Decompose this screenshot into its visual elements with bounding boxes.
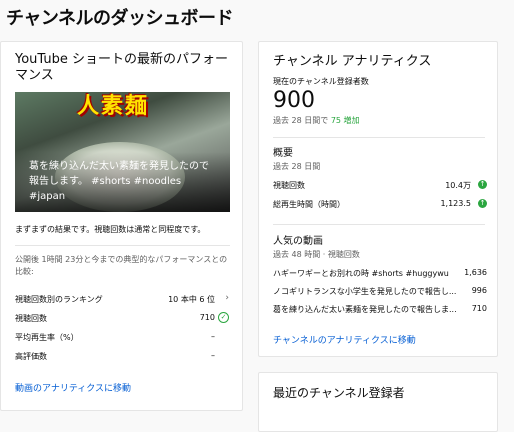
likes-row: 高評価数 – xyxy=(15,351,229,365)
channel-analytics-link[interactable]: チャンネルのアナリティクスに移動 xyxy=(273,333,416,346)
top-video-views: 1,636 xyxy=(464,268,487,277)
subs-change-value: 75 増加 xyxy=(330,116,360,125)
avg-view-rate-row: 平均再生率（%） – xyxy=(15,332,229,346)
page-title: チャンネルのダッシュボード xyxy=(6,8,233,29)
short-thumbnail[interactable]: 人素麺 葛を練り込んだ太い素麺を発見したので報告します。 #shorts #no… xyxy=(15,92,230,212)
subs-count: 900 xyxy=(273,88,315,113)
performance-summary: まずまずの結果です。視聴回数は通常と同程度です。 xyxy=(15,225,206,234)
arrow-up-icon: ↑ xyxy=(478,180,487,189)
summary-views-value: 10.4万 xyxy=(445,181,471,190)
divider xyxy=(15,245,230,246)
chevron-right-icon: › xyxy=(225,293,229,303)
views-row: 視聴回数 710 ✓ xyxy=(15,312,229,327)
ranking-label: 視聴回数別のランキング xyxy=(15,295,103,304)
thumbnail-caption: 葛を練り込んだ太い素麺を発見したので報告します。 #shorts #noodle… xyxy=(29,161,209,202)
divider xyxy=(273,224,485,225)
views-label: 視聴回数 xyxy=(15,314,47,323)
analytics-card-title: チャンネル アナリティクス xyxy=(273,54,432,69)
summary-watchtime-value: 1,123.5 xyxy=(440,199,471,208)
shorts-performance-card: YouTube ショートの最新のパフォーマンス 人素麺 葛を練り込んだ太い素麺を… xyxy=(0,41,243,411)
recent-subscribers-card: 最近のチャンネル登録者 xyxy=(258,372,498,432)
top-video-views: 996 xyxy=(471,286,487,295)
top-video-title: 葛を練り込んだ太い素麺を発見したので報告しま... xyxy=(273,305,457,314)
top-videos-period: 過去 48 時間 · 視聴回数 xyxy=(273,250,360,259)
summary-views-row: 視聴回数 10.4万 ↑ xyxy=(273,180,487,192)
check-circle-icon: ✓ xyxy=(218,312,229,323)
ranking-value: 10 本中 6 位 xyxy=(168,295,215,304)
video-analytics-link[interactable]: 動画のアナリティクスに移動 xyxy=(15,381,131,394)
summary-watchtime-row: 総再生時間（時間） 1,123.5 ↑ xyxy=(273,199,487,211)
top-videos-title: 人気の動画 xyxy=(273,236,323,247)
subs-label: 現在のチャンネル登録者数 xyxy=(273,77,369,86)
top-video-title: ハギーワギーとお別れの時 #shorts #huggywugg... xyxy=(273,269,449,278)
comparison-text: 公開後 1時間 23分と今までの典型的なパフォーマンスとの比較: xyxy=(15,255,228,276)
recent-subscribers-title: 最近のチャンネル登録者 xyxy=(273,386,405,400)
avg-view-rate-label: 平均再生率（%） xyxy=(15,333,79,342)
top-video-row[interactable]: ハギーワギーとお別れの時 #shorts #huggywugg... 1,636 xyxy=(273,268,487,280)
top-video-views: 710 xyxy=(471,304,487,313)
summary-period: 過去 28 日間 xyxy=(273,162,321,171)
subs-change: 過去 28 日間で 75 増加 xyxy=(273,115,360,127)
summary-title: 概要 xyxy=(273,148,293,159)
likes-label: 高評価数 xyxy=(15,352,47,361)
likes-value: – xyxy=(211,351,215,360)
arrow-up-icon: ↑ xyxy=(478,199,487,208)
ranking-row[interactable]: 視聴回数別のランキング 10 本中 6 位 › xyxy=(15,293,229,308)
views-value: 710 xyxy=(199,313,215,322)
shorts-card-title: YouTube ショートの最新のパフォーマンス xyxy=(15,52,228,83)
divider xyxy=(273,137,485,138)
top-video-row[interactable]: ノコギリトランスな小学生を発見したので報告し... 996 xyxy=(273,286,487,298)
summary-watchtime-label: 総再生時間（時間） xyxy=(273,200,345,209)
channel-analytics-card: チャンネル アナリティクス 現在のチャンネル登録者数 900 過去 28 日間で… xyxy=(258,41,498,357)
thumbnail-overlay-text: 人素麺 xyxy=(77,94,150,119)
top-video-row[interactable]: 葛を練り込んだ太い素麺を発見したので報告しま... 710 xyxy=(273,304,487,316)
summary-views-label: 視聴回数 xyxy=(273,181,305,190)
subs-change-prefix: 過去 28 日間で xyxy=(273,116,329,125)
top-video-title: ノコギリトランスな小学生を発見したので報告し... xyxy=(273,287,457,296)
avg-view-rate-value: – xyxy=(211,332,215,341)
